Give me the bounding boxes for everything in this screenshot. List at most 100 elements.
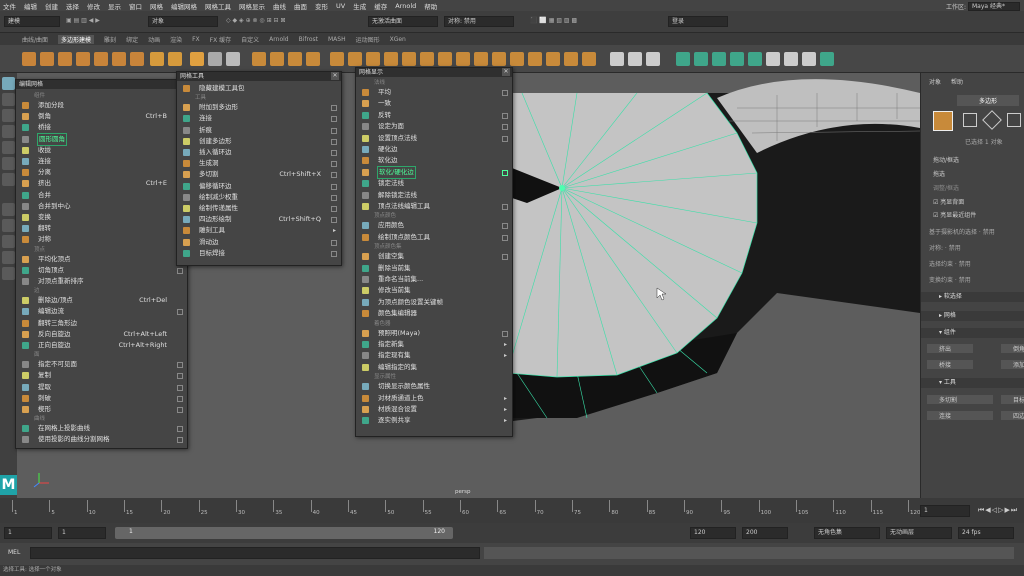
option-box-icon[interactable] — [331, 217, 337, 224]
menu-item[interactable]: 使用投影的曲线分割网格 — [16, 434, 187, 445]
option-box-icon[interactable] — [331, 105, 337, 112]
anim-end-field[interactable]: 200 — [742, 527, 788, 539]
uv-planar-icon[interactable] — [676, 52, 690, 66]
shelf-tab-6[interactable]: FX — [192, 36, 200, 43]
option-drag-marquee[interactable]: 拖动/框选 — [933, 155, 959, 164]
shelf-tab-11[interactable]: MASH — [328, 36, 346, 43]
login-button[interactable]: 登录 — [668, 16, 728, 27]
section-components[interactable]: ▾ 组件 — [921, 328, 1024, 338]
menu-item[interactable]: 绘制减少权重 — [177, 192, 341, 203]
option-box-icon[interactable] — [177, 309, 183, 316]
menu-item[interactable]: 硬化边 — [356, 144, 512, 155]
tab-object[interactable]: 对象 — [929, 77, 941, 86]
option-box-icon[interactable] — [331, 194, 337, 201]
menu-item[interactable]: 修改当前集 — [356, 285, 512, 296]
option-box-icon[interactable] — [502, 112, 508, 119]
uv-layout-icon[interactable] — [820, 52, 834, 66]
option-box-icon[interactable] — [177, 437, 183, 444]
section-mesh[interactable]: ▸ 网格 — [921, 311, 1024, 321]
option-box-icon[interactable] — [331, 172, 337, 179]
fps-select[interactable]: 24 fps — [958, 527, 1014, 539]
live-surface-field[interactable]: 无激活曲面 — [368, 16, 438, 27]
shelf-tab-13[interactable]: XGen — [390, 36, 406, 43]
option-box-icon[interactable] — [331, 206, 337, 212]
option-box-icon[interactable] — [177, 373, 183, 380]
menu-item[interactable]: 平均化顶点 — [16, 254, 187, 265]
torus-icon[interactable] — [94, 52, 108, 66]
shelf-tab-9[interactable]: Arnold — [269, 36, 288, 43]
menu-18[interactable]: 帮助 — [424, 1, 437, 11]
super-shape-icon[interactable] — [190, 52, 204, 66]
shelf-tab-2[interactable]: 雕刻 — [104, 35, 116, 44]
collapse-icon[interactable] — [438, 52, 452, 66]
menu-item[interactable]: 偏移循环边 — [177, 181, 341, 192]
menu-item[interactable]: 合并 — [16, 190, 187, 201]
menu-item[interactable]: 目标焊接 — [177, 248, 341, 259]
menu-4[interactable]: 修改 — [87, 1, 100, 11]
anim-start-field[interactable]: 1 — [4, 527, 52, 539]
menu-item[interactable]: 删除当前集 — [356, 263, 512, 274]
option-box-icon[interactable] — [177, 362, 183, 369]
last-tool-icon[interactable] — [2, 173, 15, 186]
uv-auto-icon[interactable] — [730, 52, 744, 66]
target-weld-icon[interactable] — [628, 52, 642, 66]
option-box-icon[interactable] — [502, 204, 508, 210]
menu-item[interactable]: 为顶点颜色设置关键帧 — [356, 297, 512, 308]
menu-item[interactable]: 分离 — [16, 167, 187, 178]
menu-item[interactable]: 折痕 — [177, 125, 341, 136]
menu-item[interactable]: 设置顶点法线 — [356, 133, 512, 144]
move-tool-icon[interactable] — [2, 125, 15, 138]
menu-item[interactable]: 桥接 — [16, 122, 187, 133]
menu-item[interactable]: 创建多边形 — [177, 136, 341, 147]
menu-item[interactable]: 绘制顶点颜色工具 — [356, 232, 512, 243]
bevel-button[interactable]: 倒角 — [1001, 344, 1024, 353]
mode-poly-button[interactable]: 多边形 — [957, 95, 1020, 106]
combine-icon[interactable] — [252, 52, 266, 66]
bevel-icon[interactable] — [384, 52, 398, 66]
camera-based-select[interactable]: 基于摄影机的选择 · 禁用 — [929, 227, 995, 236]
target-weld-button[interactable]: 目标 — [1001, 395, 1024, 404]
shelf-tab-8[interactable]: 自定义 — [241, 35, 259, 44]
disc-icon[interactable] — [130, 52, 144, 66]
option-box-icon[interactable] — [177, 426, 183, 433]
check-nearest[interactable]: ☑ 亮显最近组件 — [933, 210, 976, 219]
menu-item[interactable]: 楔形 — [16, 404, 187, 415]
shelf-tab-3[interactable]: 绑定 — [126, 35, 138, 44]
uv-cut-icon[interactable] — [766, 52, 780, 66]
menu-item[interactable]: 附加到多边形 — [177, 102, 341, 113]
menu-item[interactable]: 对称 — [16, 234, 187, 245]
menu-item[interactable]: 指定新集 ▸ — [356, 339, 512, 350]
multicut-icon[interactable] — [610, 52, 624, 66]
rotate-tool-icon[interactable] — [2, 141, 15, 154]
menu-item[interactable]: 编辑指定的集 — [356, 362, 512, 373]
shelf-tab-4[interactable]: 动画 — [148, 35, 160, 44]
menu-item[interactable]: 设定为面 — [356, 121, 512, 132]
add-divisions-button[interactable]: 添加 — [1001, 360, 1024, 369]
option-box-icon[interactable] — [331, 150, 337, 156]
option-box-icon[interactable] — [502, 90, 508, 96]
option-box-icon[interactable] — [177, 407, 183, 413]
menu-item[interactable]: 多切割 Ctrl+Shift+X — [177, 169, 341, 180]
uv-sphere-icon[interactable] — [712, 52, 726, 66]
character-set-select[interactable]: 无角色集 — [814, 527, 880, 539]
reduce-icon[interactable] — [564, 52, 578, 66]
playback-end-field[interactable]: 120 — [690, 527, 736, 539]
menu-item[interactable]: 正向自旋边 Ctrl+Alt+Right — [16, 340, 187, 351]
section-tools[interactable]: ▾ 工具 — [921, 378, 1024, 388]
menu-12[interactable]: 曲面 — [294, 1, 307, 11]
uv-unfold-icon[interactable] — [802, 52, 816, 66]
poke-icon[interactable] — [492, 52, 506, 66]
menu-item[interactable]: 创建空集 — [356, 251, 512, 262]
merge-icon[interactable] — [420, 52, 434, 66]
edge-loop-icon[interactable] — [646, 52, 660, 66]
bridge-icon[interactable] — [366, 52, 380, 66]
playback-start-field[interactable]: 1 — [58, 527, 106, 539]
menu-item[interactable]: 刺破 — [16, 393, 187, 404]
menu-13[interactable]: 变形 — [315, 1, 328, 11]
layout-graph-icon[interactable] — [2, 267, 15, 280]
menu-item[interactable]: 在网格上投影曲线 — [16, 423, 187, 434]
chip-off-icon[interactable] — [510, 52, 524, 66]
extrude-icon[interactable] — [348, 52, 362, 66]
soft-select-header[interactable]: ▸ 软选择 — [921, 292, 1024, 302]
wedge-icon[interactable] — [474, 52, 488, 66]
